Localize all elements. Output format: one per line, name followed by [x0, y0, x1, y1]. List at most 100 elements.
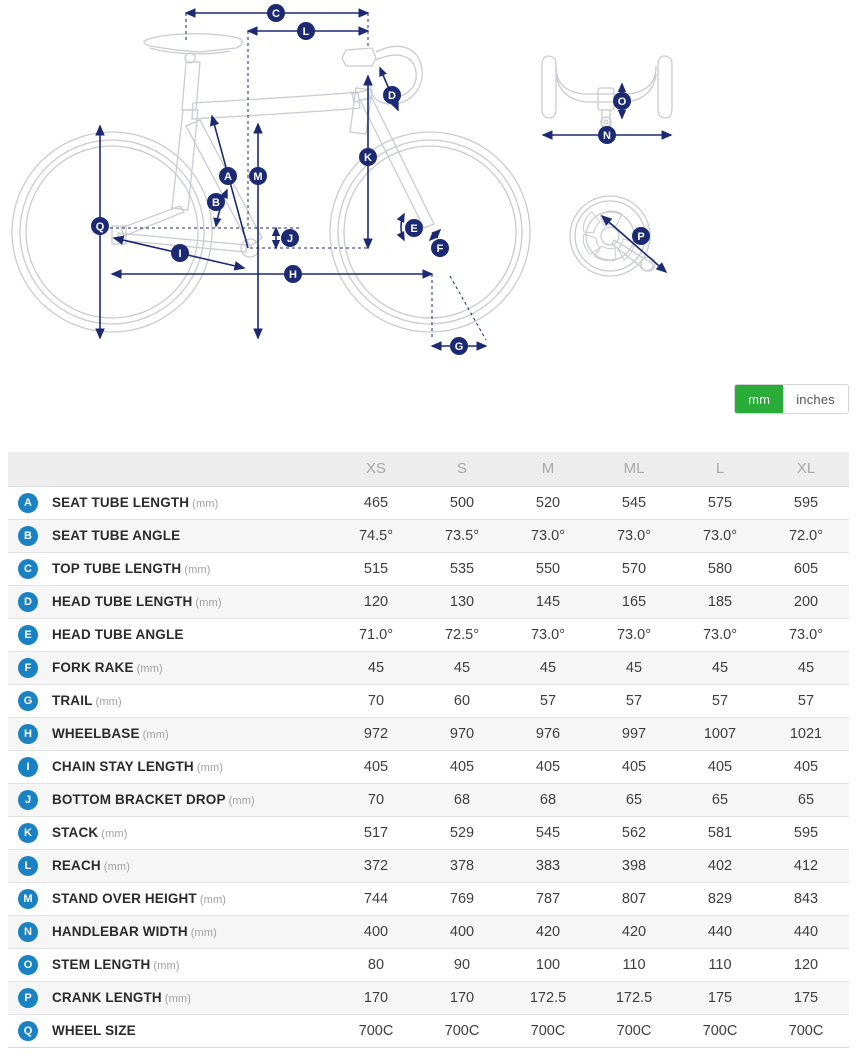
- row-value-cell: 172.5: [505, 981, 591, 1015]
- row-unit-suffix: (mm): [228, 795, 255, 807]
- header-size-l: L: [677, 452, 763, 487]
- marker-G-label: G: [455, 341, 464, 353]
- marker-L-label: L: [303, 26, 310, 38]
- row-label-text: WHEELBASE: [52, 726, 140, 741]
- row-value-cell: 402: [677, 849, 763, 883]
- row-value-cell: 420: [505, 915, 591, 949]
- row-value-cell: 130: [419, 585, 505, 619]
- row-value-cell: 71.0°: [333, 618, 419, 652]
- header-label-col: [48, 452, 333, 487]
- row-value-cell: 110: [677, 948, 763, 982]
- row-label-cell: STACK (mm): [48, 816, 333, 850]
- row-value-cell: 595: [763, 486, 849, 520]
- row-badge-n: N: [18, 921, 38, 942]
- row-unit-suffix: (mm): [142, 729, 169, 741]
- unit-toggle-mm[interactable]: mm: [735, 385, 784, 413]
- row-value-cell: 405: [333, 750, 419, 784]
- row-badge-d: D: [18, 591, 38, 612]
- row-value-cell: 73.0°: [677, 519, 763, 553]
- unit-toggle-inches[interactable]: inches: [783, 385, 848, 413]
- row-value-cell: 744: [333, 882, 419, 916]
- row-label-cell: CRANK LENGTH (mm): [48, 981, 333, 1015]
- row-value-cell: 700C: [677, 1014, 763, 1048]
- row-badge-cell: L: [8, 849, 48, 883]
- row-badge-cell: A: [8, 486, 48, 520]
- row-value-cell: 465: [333, 486, 419, 520]
- row-unit-suffix: (mm): [195, 597, 222, 609]
- row-value-cell: 581: [677, 816, 763, 850]
- row-value-cell: 170: [419, 981, 505, 1015]
- marker-P-label: P: [637, 231, 644, 243]
- table-row: O STEM LENGTH (mm) 80 90 100 110 110 120: [8, 948, 849, 982]
- row-value-cell: 529: [419, 816, 505, 850]
- row-badge-cell: K: [8, 816, 48, 850]
- dimension-Q: Q: [91, 124, 109, 340]
- row-badge-o: O: [18, 954, 38, 975]
- row-unit-suffix: (mm): [164, 993, 192, 1005]
- marker-E-label: E: [410, 223, 417, 235]
- row-value-cell: 378: [419, 849, 505, 883]
- row-value-cell: 405: [591, 750, 677, 784]
- marker-K-label: K: [364, 152, 372, 164]
- row-value-cell: 383: [505, 849, 591, 883]
- dimension-J: J: [271, 226, 299, 250]
- unit-toggle-group[interactable]: mm inches: [734, 384, 849, 414]
- row-value-cell: 72.0°: [763, 519, 849, 553]
- row-badge-l: L: [18, 855, 38, 876]
- row-unit-suffix: (mm): [199, 894, 227, 906]
- row-value-cell: 73.5°: [419, 519, 505, 553]
- marker-D-label: D: [388, 90, 396, 102]
- row-badge-j: J: [18, 789, 38, 810]
- row-label-cell: HEAD TUBE LENGTH (mm): [48, 585, 333, 619]
- row-value-cell: 120: [333, 585, 419, 619]
- row-label-cell: SEAT TUBE LENGTH (mm): [48, 486, 333, 520]
- row-label-text: HEAD TUBE ANGLE: [52, 627, 184, 642]
- row-label-cell: STAND OVER HEIGHT (mm): [48, 882, 333, 916]
- dimension-G: G: [430, 274, 488, 355]
- row-value-cell: 700C: [419, 1014, 505, 1048]
- row-label-text: STAND OVER HEIGHT: [52, 891, 197, 906]
- row-value-cell: 90: [419, 948, 505, 982]
- row-unit-suffix: (mm): [95, 696, 122, 708]
- dimension-B: B: [207, 188, 228, 228]
- row-badge-p: P: [18, 987, 38, 1008]
- marker-B-label: B: [212, 197, 220, 209]
- row-value-cell: 440: [763, 915, 849, 949]
- row-label-cell: HEAD TUBE ANGLE: [48, 618, 333, 652]
- row-value-cell: 60: [419, 684, 505, 718]
- row-value-cell: 57: [763, 684, 849, 718]
- row-label-cell: CHAIN STAY LENGTH (mm): [48, 750, 333, 784]
- marker-I-label: I: [178, 248, 181, 260]
- header-size-xs: XS: [333, 452, 419, 487]
- row-label-text: FORK RAKE: [52, 660, 134, 675]
- row-value-cell: 45: [333, 651, 419, 685]
- table-row: Q WHEEL SIZE 700C 700C 700C 700C 700C 700C: [8, 1014, 849, 1048]
- row-label-cell: TOP TUBE LENGTH (mm): [48, 552, 333, 586]
- table-row: N HANDLEBAR WIDTH (mm) 400 400 420 420 440 440: [8, 915, 849, 949]
- row-value-cell: 68: [419, 783, 505, 817]
- marker-C-label: C: [272, 8, 280, 20]
- row-label-text: HEAD TUBE LENGTH: [52, 594, 193, 609]
- row-value-cell: 420: [591, 915, 677, 949]
- row-value-cell: 440: [677, 915, 763, 949]
- row-value-cell: 72.5°: [419, 618, 505, 652]
- table-row: A SEAT TUBE LENGTH (mm) 465 500 520 545 575 595: [8, 486, 849, 520]
- row-value-cell: 372: [333, 849, 419, 883]
- row-badge-cell: I: [8, 750, 48, 784]
- row-badge-b: B: [18, 525, 38, 546]
- row-value-cell: 515: [333, 552, 419, 586]
- row-label-cell: STEM LENGTH (mm): [48, 948, 333, 982]
- row-badge-cell: E: [8, 618, 48, 652]
- row-value-cell: 175: [677, 981, 763, 1015]
- row-value-cell: 545: [591, 486, 677, 520]
- row-unit-suffix: (mm): [153, 960, 180, 972]
- row-value-cell: 74.5°: [333, 519, 419, 553]
- table-row: G TRAIL (mm) 70 60 57 57 57 57: [8, 684, 849, 718]
- row-unit-suffix: (mm): [192, 498, 219, 510]
- row-value-cell: 45: [505, 651, 591, 685]
- row-value-cell: 405: [677, 750, 763, 784]
- row-value-cell: 595: [763, 816, 849, 850]
- row-value-cell: 405: [763, 750, 849, 784]
- marker-A-label: A: [224, 171, 232, 183]
- row-badge-i: I: [18, 756, 38, 777]
